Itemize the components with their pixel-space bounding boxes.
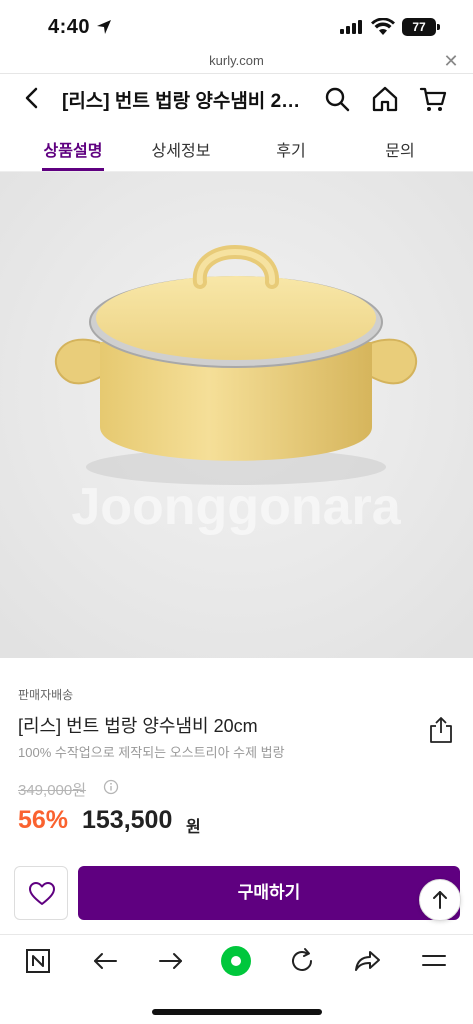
refresh-icon[interactable] <box>286 945 318 977</box>
seller-label: 판매자배송 <box>18 688 74 702</box>
arrow-up-icon <box>433 891 447 909</box>
home-icon[interactable] <box>370 84 400 114</box>
green-dot-icon[interactable] <box>220 945 252 977</box>
browser-toolbar <box>0 934 473 986</box>
tab-details[interactable]: 상세정보 <box>131 137 231 161</box>
discount-rate: 56% <box>18 806 69 834</box>
status-bar: 4:40 77 <box>0 0 473 50</box>
wifi-icon <box>371 18 395 35</box>
cellular-signal-icon <box>340 20 362 34</box>
share-icon[interactable] <box>428 716 454 744</box>
naver-n-icon[interactable] <box>22 945 54 977</box>
heart-icon <box>29 882 55 905</box>
product-subtitle: 100% 수작업으로 제작되는 오스트리아 수제 법랑 <box>18 745 285 760</box>
status-time: 4:40 <box>48 16 91 38</box>
battery-nub <box>437 24 440 30</box>
tab-reviews[interactable]: 후기 <box>241 137 341 161</box>
location-arrow-icon <box>97 20 111 34</box>
product-name: [리스] 번트 법랑 양수냄비 20cm <box>18 716 258 736</box>
watermark-text: Joonggonara <box>71 478 401 536</box>
product-image[interactable]: Joonggonara <box>0 172 473 658</box>
cart-icon[interactable] <box>418 84 448 114</box>
back-icon[interactable] <box>89 945 121 977</box>
tab-description[interactable]: 상품설명 <box>23 137 123 161</box>
battery-indicator: 77 <box>402 18 436 36</box>
search-icon[interactable] <box>322 84 352 114</box>
home-indicator <box>152 1009 322 1015</box>
page-title: [리스] 번트 법랑 양수냄비 20cm <box>62 91 307 112</box>
close-icon[interactable]: ✕ <box>440 50 462 72</box>
back-arrow-icon[interactable] <box>18 84 46 112</box>
url-text[interactable]: kurly.com <box>0 53 473 68</box>
url-bar[interactable]: kurly.com ✕ <box>0 50 473 74</box>
scroll-to-top-button[interactable] <box>419 879 461 921</box>
menu-icon[interactable] <box>418 945 450 977</box>
share-arrow-icon[interactable] <box>352 945 384 977</box>
forward-icon[interactable] <box>155 945 187 977</box>
product-tabs: 상품설명 상세정보 후기 문의 <box>0 124 473 172</box>
page-header: [리스] 번트 법랑 양수냄비 20cm <box>0 74 473 124</box>
sale-price: 153,500 <box>82 806 173 834</box>
pot-illustration: Joonggonara <box>0 172 473 658</box>
price-currency: 원 <box>186 819 201 836</box>
active-tab-indicator <box>42 168 104 171</box>
buy-button[interactable]: 구매하기 <box>78 866 460 920</box>
tab-inquiry[interactable]: 문의 <box>350 137 450 161</box>
info-icon[interactable] <box>103 779 119 795</box>
original-price: 349,000원 <box>18 782 87 799</box>
wishlist-button[interactable] <box>14 866 68 920</box>
